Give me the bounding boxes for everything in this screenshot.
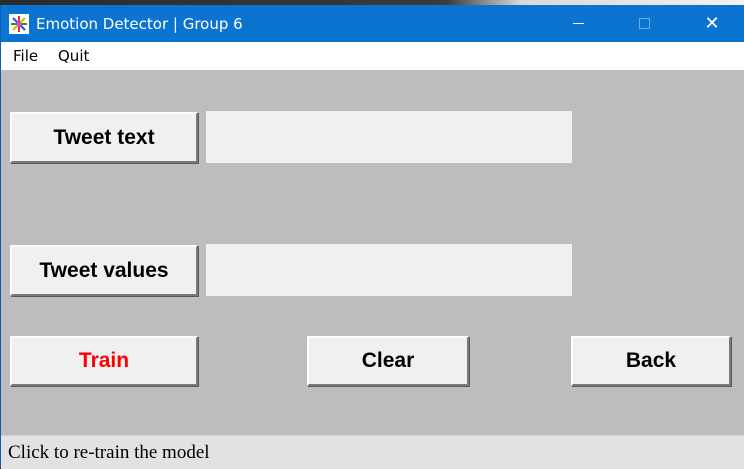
back-button[interactable]: Back xyxy=(571,336,731,386)
status-bar: Click to re-train the model xyxy=(1,435,744,469)
tweet-text-field[interactable] xyxy=(206,111,572,163)
app-window: Emotion Detector | Group 6 ✕ File Quit T… xyxy=(0,5,744,469)
minimize-icon xyxy=(572,23,584,24)
tweet-values-field[interactable] xyxy=(206,244,572,296)
menu-bar: File Quit xyxy=(1,42,744,70)
title-bar[interactable]: Emotion Detector | Group 6 ✕ xyxy=(1,5,744,42)
clear-button[interactable]: Clear xyxy=(307,336,469,386)
status-text: Click to re-train the model xyxy=(8,442,210,463)
tweet-text-button[interactable]: Tweet text xyxy=(10,112,198,163)
maximize-icon xyxy=(638,18,650,29)
menu-file[interactable]: File xyxy=(13,47,38,65)
minimize-button[interactable] xyxy=(555,5,601,42)
window-title: Emotion Detector | Group 6 xyxy=(36,15,243,33)
close-icon: ✕ xyxy=(704,13,720,34)
close-button[interactable]: ✕ xyxy=(689,5,735,42)
tweet-values-button[interactable]: Tweet values xyxy=(10,245,198,296)
app-icon xyxy=(9,14,29,34)
maximize-button[interactable] xyxy=(621,5,667,42)
menu-quit[interactable]: Quit xyxy=(58,47,89,65)
train-button[interactable]: Train xyxy=(10,336,198,386)
